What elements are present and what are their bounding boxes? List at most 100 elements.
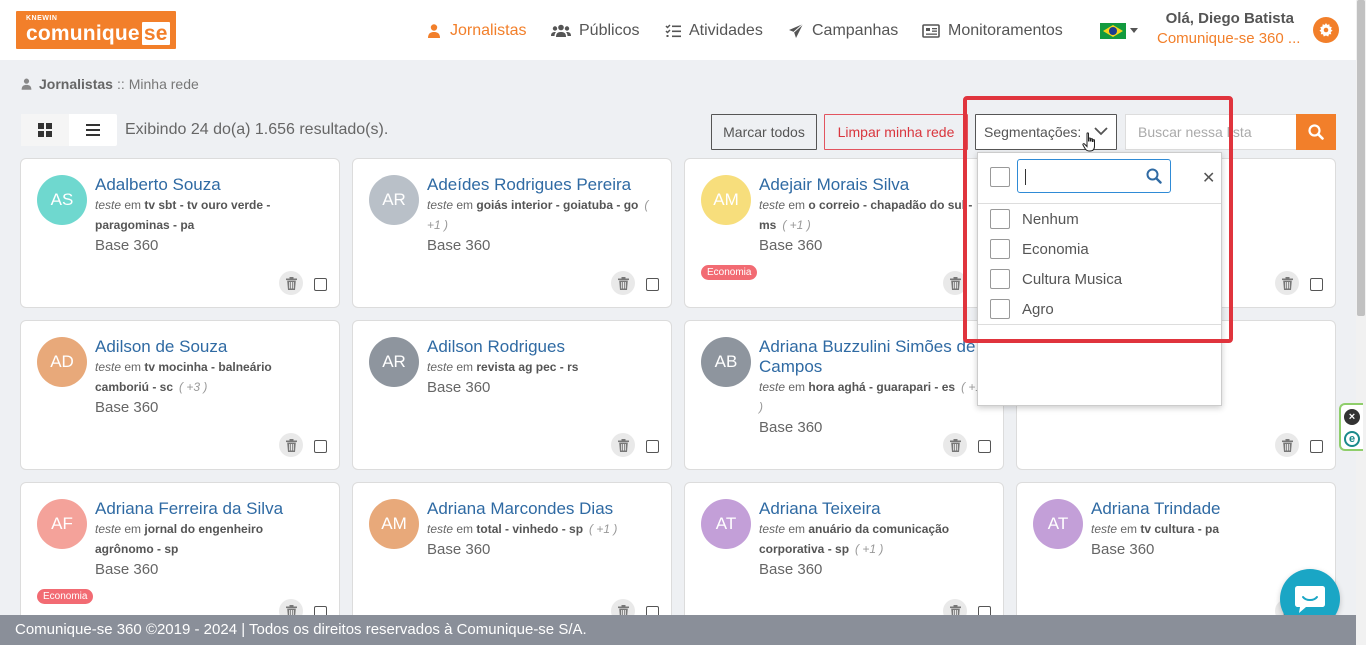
top-header: KNEWIN comunique se Jornalistas Públicos … [0, 0, 1356, 60]
journalist-name[interactable]: Adriana Trindade [1091, 499, 1329, 519]
avatar: AR [369, 337, 419, 387]
journalist-outlet: teste em tv sbt - tv ouro verde - parago… [95, 198, 271, 232]
language-caret-icon[interactable] [1130, 28, 1138, 33]
journalist-outlet: teste em total - vinhedo - sp( +1 ) [427, 522, 618, 536]
base-label: Base 360 [95, 399, 159, 416]
nav-atividades[interactable]: Atividades [665, 20, 763, 42]
option-checkbox[interactable] [990, 239, 1010, 259]
option-checkbox[interactable] [990, 209, 1010, 229]
journalist-card[interactable]: AF Adriana Ferreira da Silva teste em jorn… [20, 482, 340, 623]
logo-brand-small: KNEWIN [26, 15, 58, 22]
search-button[interactable] [1296, 114, 1336, 150]
journalist-card[interactable]: AM Adejair Morais Silva teste em o correio… [684, 158, 1004, 308]
trash-icon [617, 276, 629, 290]
nav-campanhas[interactable]: Campanhas [788, 20, 898, 42]
card-checkbox[interactable] [314, 440, 327, 453]
delete-button[interactable] [611, 433, 635, 457]
option-agro[interactable]: Agro [990, 298, 1054, 320]
footer: Comunique-se 360 ©2019 - 2024 | Todos os… [0, 615, 1356, 645]
card-checkbox[interactable] [646, 440, 659, 453]
grid-icon [38, 123, 52, 137]
widget-e-icon[interactable]: e [1344, 431, 1360, 447]
segment-tag: Economia [37, 589, 94, 604]
breadcrumb-page: Minha rede [128, 76, 199, 92]
chat-bubble-icon [1295, 586, 1325, 613]
base-label: Base 360 [759, 561, 823, 578]
journalist-name[interactable]: Adriana Teixeira [759, 499, 997, 519]
journalist-card[interactable]: AM Adriana Marcondes Dias teste em total -… [352, 482, 672, 623]
clear-network-button[interactable]: Limpar minha rede [824, 114, 968, 150]
segmentation-select[interactable]: Segmentações: [975, 114, 1117, 152]
nav-monitoramentos[interactable]: Monitoramentos [922, 20, 1063, 42]
option-checkbox[interactable] [990, 269, 1010, 289]
search-icon [1146, 168, 1162, 184]
close-icon[interactable]: × [1344, 409, 1360, 425]
journalist-card[interactable]: AT Adriana Teixeira teste em anuário da co… [684, 482, 1004, 623]
delete-button[interactable] [1275, 271, 1299, 295]
journalist-name[interactable]: Adilson Rodrigues [427, 337, 665, 357]
checklist-icon [665, 24, 681, 38]
journalist-card[interactable]: AS Adalberto Souza teste em tv sbt - tv ou… [20, 158, 340, 308]
journalist-name[interactable]: Adriana Ferreira da Silva [95, 499, 333, 519]
select-all-checkbox[interactable] [990, 167, 1010, 187]
page-scrollbar[interactable] [1356, 0, 1366, 645]
journalist-name[interactable]: Adriana Marcondes Dias [427, 499, 665, 519]
option-checkbox[interactable] [990, 299, 1010, 319]
avatar: AT [1033, 499, 1083, 549]
brazil-flag-icon[interactable] [1100, 23, 1126, 39]
organization-name[interactable]: Comunique-se 360 ... [1157, 30, 1300, 47]
card-checkbox[interactable] [314, 278, 327, 291]
dropdown-search-input[interactable] [1017, 159, 1171, 193]
avatar: AT [701, 499, 751, 549]
user-greeting: Olá, Diego Batista [1165, 10, 1294, 27]
base-label: Base 360 [759, 237, 823, 254]
breadcrumb-section[interactable]: Jornalistas [39, 76, 113, 92]
person-icon [21, 78, 32, 90]
journalist-name[interactable]: Adeídes Rodrigues Pereira [427, 175, 665, 195]
journalist-name[interactable]: Adilson de Souza [95, 337, 333, 357]
card-checkbox[interactable] [1310, 440, 1323, 453]
journalist-card[interactable]: AD Adilson de Souza teste em tv mocinha - … [20, 320, 340, 470]
journalist-name[interactable]: Adriana Buzzulini Simões de Campos [759, 337, 997, 377]
trash-icon [949, 438, 961, 452]
trash-icon [949, 276, 961, 290]
option-economia[interactable]: Economia [990, 238, 1089, 260]
person-icon [428, 24, 440, 38]
journalist-card[interactable]: AR Adilson Rodrigues teste em revista ag p… [352, 320, 672, 470]
delete-button[interactable] [943, 433, 967, 457]
card-checkbox[interactable] [1310, 278, 1323, 291]
option-nenhum[interactable]: Nenhum [990, 208, 1079, 230]
card-checkbox[interactable] [978, 440, 991, 453]
journalist-card[interactable]: AB Adriana Buzzulini Simões de Campos test… [684, 320, 1004, 470]
grid-view-button[interactable] [21, 114, 69, 146]
list-view-button[interactable] [69, 114, 117, 146]
paper-plane-icon [789, 23, 804, 38]
journalist-outlet: teste em anuário da comunicação corporat… [759, 522, 950, 556]
nav-jornalistas[interactable]: Jornalistas [426, 20, 526, 42]
delete-button[interactable] [943, 271, 967, 295]
segment-tag: Economia [701, 265, 758, 280]
delete-button[interactable] [279, 271, 303, 295]
base-label: Base 360 [427, 541, 491, 558]
journalist-name[interactable]: Adejair Morais Silva [759, 175, 997, 195]
nav-publicos[interactable]: Públicos [551, 20, 639, 42]
journalist-card[interactable]: AR Adeídes Rodrigues Pereira teste em goiá… [352, 158, 672, 308]
scrollbar-thumb[interactable] [1357, 0, 1365, 316]
divider [978, 324, 1221, 325]
option-cultura-musica[interactable]: Cultura Musica [990, 268, 1122, 290]
close-icon[interactable]: ✕ [1202, 168, 1215, 188]
delete-button[interactable] [611, 271, 635, 295]
comunique-se-logo[interactable]: KNEWIN comunique se [16, 11, 176, 49]
list-search-input[interactable] [1125, 114, 1297, 150]
delete-button[interactable] [1275, 433, 1299, 457]
delete-button[interactable] [279, 433, 303, 457]
mark-all-button[interactable]: Marcar todos [711, 114, 817, 150]
result-count: Exibindo 24 do(a) 1.656 resultado(s). [125, 121, 389, 138]
card-checkbox[interactable] [646, 278, 659, 291]
view-toggle [21, 114, 117, 146]
users-icon [551, 24, 571, 37]
journalist-name[interactable]: Adalberto Souza [95, 175, 333, 195]
journalist-outlet: teste em hora aghá - guarapari - es( +1 … [759, 380, 983, 414]
settings-button[interactable] [1313, 17, 1339, 43]
accessibility-widget[interactable]: × e [1339, 403, 1363, 451]
